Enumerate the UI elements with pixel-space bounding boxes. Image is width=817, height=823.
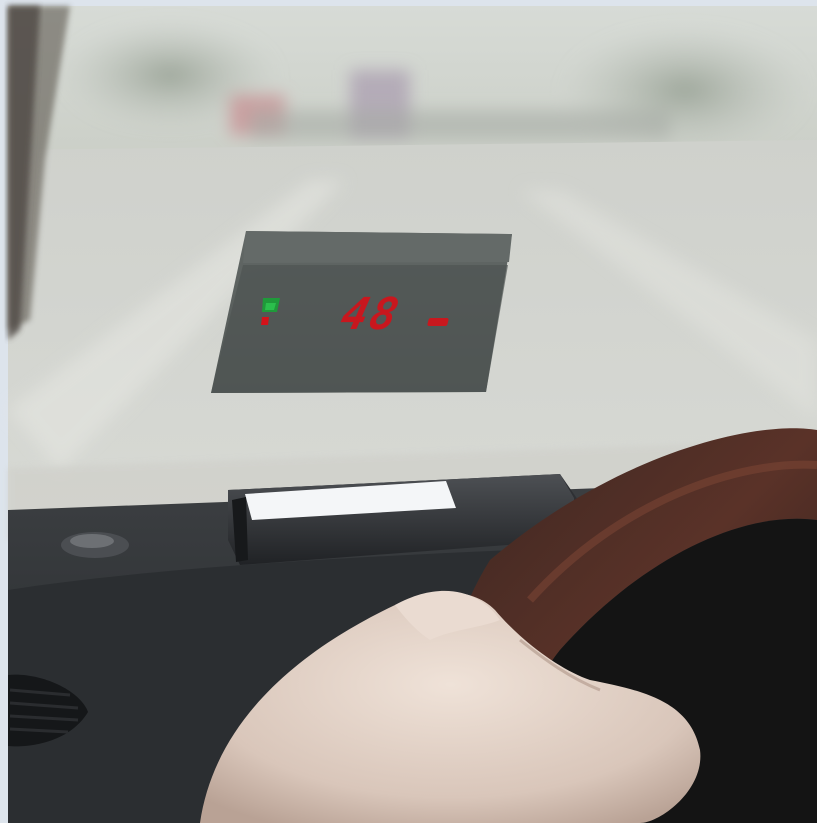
speed-readout: 48 — [335, 289, 406, 340]
dashboard-photo — [0, 0, 817, 823]
speed-unit-icon — [427, 318, 449, 326]
hud-photo-scene: 48 — [0, 0, 817, 823]
